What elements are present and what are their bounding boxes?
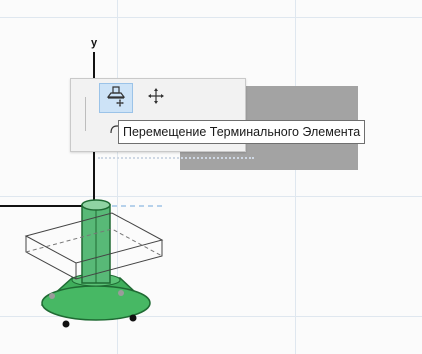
dotted-guide	[98, 157, 254, 159]
hotspot[interactable]	[62, 320, 70, 328]
terminal-element-model[interactable]	[0, 0, 422, 354]
hotspot[interactable]	[118, 290, 124, 296]
terminal-move-icon	[105, 85, 127, 112]
3d-viewport[interactable]: y	[0, 0, 422, 354]
move-button[interactable]	[139, 83, 173, 113]
y-axis-label: y	[91, 37, 98, 49]
hotspot[interactable]	[49, 293, 55, 299]
move-terminal-element-button[interactable]	[99, 83, 133, 113]
move-arrows-icon	[147, 87, 165, 110]
palette-separator	[85, 97, 86, 131]
tooltip: Перемещение Терминального Элемента	[118, 120, 366, 144]
hotspot[interactable]	[129, 314, 137, 322]
